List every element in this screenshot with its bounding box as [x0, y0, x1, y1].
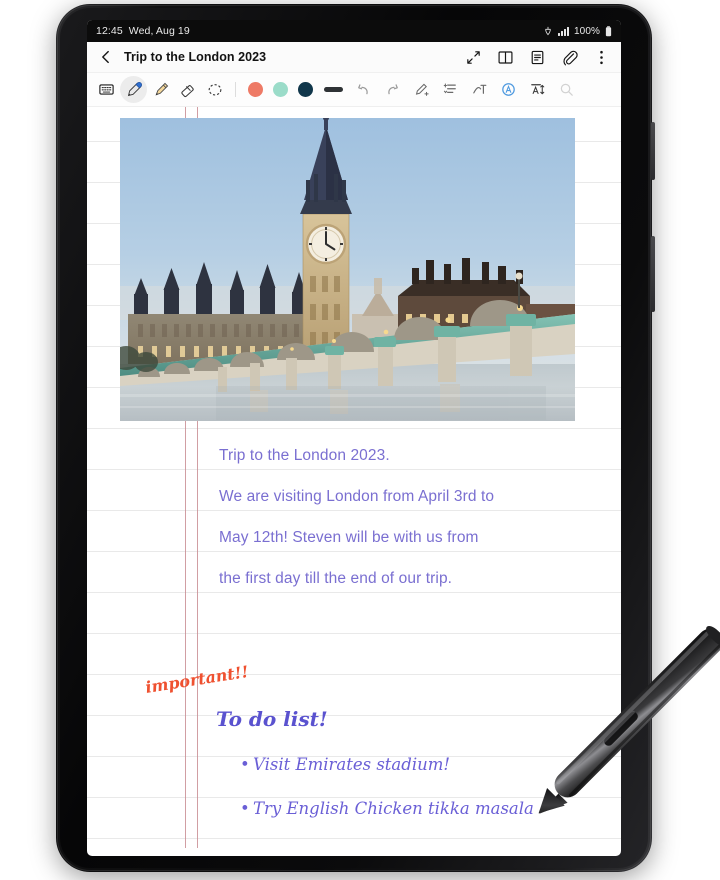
status-bar: 12:45 Wed, Aug 19 100%: [87, 20, 621, 42]
attachment-icon[interactable]: [561, 49, 578, 66]
color-swatch-mint[interactable]: [273, 82, 288, 97]
bullet-dot: •: [240, 755, 250, 774]
expand-icon[interactable]: [465, 49, 482, 66]
todo-list-item: • Try English Chicken tikka masala: [240, 799, 534, 818]
app-header: Trip to the London 2023: [87, 42, 621, 73]
signal-bars-icon: [558, 26, 570, 36]
screenshot-root: 12:45 Wed, Aug 19 100% Trip to the Londo…: [0, 0, 720, 880]
note-text-line: May 12th! Steven will be with us from: [219, 529, 479, 546]
status-time: 12:45: [96, 25, 123, 37]
pen-icon[interactable]: [120, 76, 147, 103]
align-text-icon[interactable]: [436, 76, 465, 103]
battery-percent-label: 100%: [574, 25, 600, 37]
todo-item-label: Try English Chicken tikka masala: [253, 799, 534, 818]
undo-icon[interactable]: [349, 76, 378, 103]
volume-button[interactable]: [651, 122, 655, 180]
color-swatch-navy[interactable]: [298, 82, 313, 97]
bullet-dot: •: [240, 799, 250, 818]
straighten-handwriting-icon[interactable]: [407, 76, 436, 103]
zoom-icon[interactable]: [552, 76, 581, 103]
note-text-line: the first day till the end of our trip.: [219, 570, 453, 587]
book-view-icon[interactable]: [497, 49, 514, 66]
note-text-line: We are visiting London from April 3rd to: [219, 488, 495, 505]
keyboard-text-icon[interactable]: [93, 76, 120, 103]
power-button[interactable]: [651, 236, 655, 312]
battery-icon: [605, 25, 612, 37]
text-size-icon[interactable]: [523, 76, 552, 103]
note-text-line: Trip to the London 2023.: [219, 447, 390, 464]
pen-toolbar: [87, 73, 621, 107]
highlighter-icon[interactable]: [147, 76, 174, 103]
stroke-thickness-indicator[interactable]: [324, 87, 343, 92]
lasso-select-icon[interactable]: [201, 76, 228, 103]
auto-format-icon[interactable]: [494, 76, 523, 103]
status-date: Wed, Aug 19: [128, 25, 190, 37]
more-options-icon[interactable]: [593, 49, 610, 66]
eraser-icon[interactable]: [174, 76, 201, 103]
chevron-left-icon[interactable]: [98, 49, 114, 65]
note-view-icon[interactable]: [529, 49, 546, 66]
toolbar-divider: [235, 82, 236, 97]
color-swatch-coral[interactable]: [248, 82, 263, 97]
inserted-image-big-ben[interactable]: [120, 118, 575, 421]
tablet-device: 12:45 Wed, Aug 19 100% Trip to the Londo…: [56, 4, 655, 872]
convert-to-text-icon[interactable]: [465, 76, 494, 103]
redo-icon[interactable]: [378, 76, 407, 103]
nfc-icon: [543, 26, 553, 36]
header-actions: [465, 49, 610, 66]
todo-item-label: Visit Emirates stadium!: [253, 755, 451, 774]
todo-list-item: • Visit Emirates stadium!: [240, 755, 450, 774]
page-title: Trip to the London 2023: [124, 50, 267, 64]
tablet-screen: 12:45 Wed, Aug 19 100% Trip to the Londo…: [87, 20, 621, 856]
note-canvas[interactable]: Trip to the London 2023. We are visiting…: [87, 107, 621, 848]
handwritten-heading-todo: To do list!: [216, 707, 328, 731]
